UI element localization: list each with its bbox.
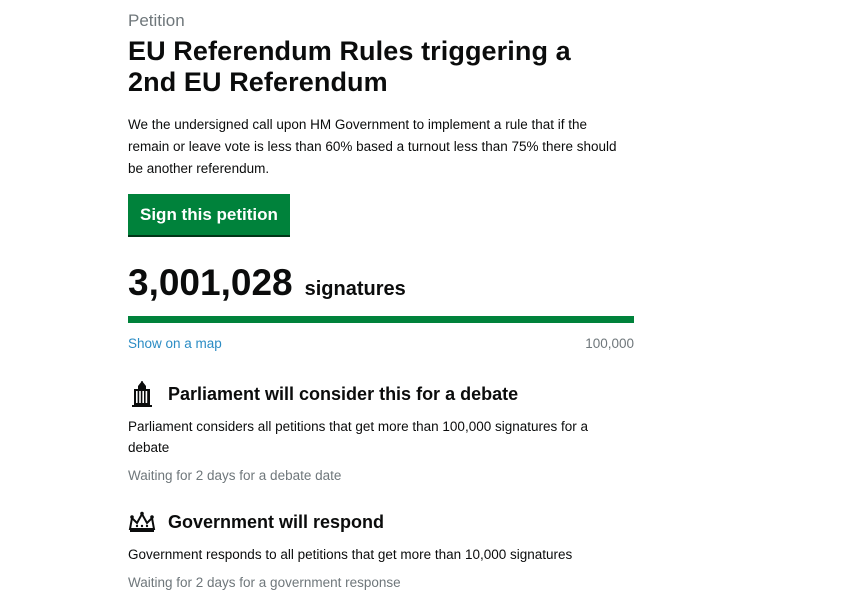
petition-description: We the undersigned call upon HM Governme…: [128, 117, 617, 176]
response-text: Government responds to all petitions tha…: [128, 547, 573, 562]
crown-icon: [128, 509, 156, 535]
signature-count-row: 3,001,028 signatures: [128, 263, 638, 303]
progress-meta: Show on a map 100,000: [128, 335, 634, 353]
petition-content: Petition EU Referendum Rules triggering …: [128, 10, 638, 592]
debate-heading-text: Parliament will consider this for a deba…: [168, 384, 519, 404]
parliament-icon: [128, 381, 156, 407]
debate-text: Parliament considers all petitions that …: [128, 419, 589, 455]
page-title-line-1: EU Referendum Rules triggering a: [128, 36, 571, 66]
debate-section: Parliament will consider this for a deba…: [128, 381, 638, 485]
response-section: Government will respond Government respo…: [128, 509, 638, 592]
debate-status: Waiting for 2 days for a debate date: [128, 468, 342, 483]
debate-heading: Parliament will consider this for a deba…: [128, 381, 638, 407]
show-on-map-link[interactable]: Show on a map: [128, 335, 222, 353]
page-title-line-2: 2nd EU Referendum: [128, 67, 388, 97]
sign-petition-button[interactable]: Sign this petition: [128, 194, 290, 237]
signature-progress-bar: [128, 316, 634, 323]
petition-eyebrow: Petition: [128, 11, 185, 30]
signature-count-label: signatures: [304, 278, 406, 300]
response-heading: Government will respond: [128, 509, 638, 535]
signature-count: 3,001,028: [128, 262, 293, 303]
petition-page: Petition EU Referendum Rules triggering …: [0, 0, 850, 600]
page-title: EU Referendum Rules triggering a 2nd EU …: [128, 36, 638, 98]
response-status: Waiting for 2 days for a government resp…: [128, 575, 401, 590]
response-heading-text: Government will respond: [168, 512, 385, 532]
debate-threshold: 100,000: [585, 336, 634, 351]
signature-progress-fill: [128, 316, 634, 323]
